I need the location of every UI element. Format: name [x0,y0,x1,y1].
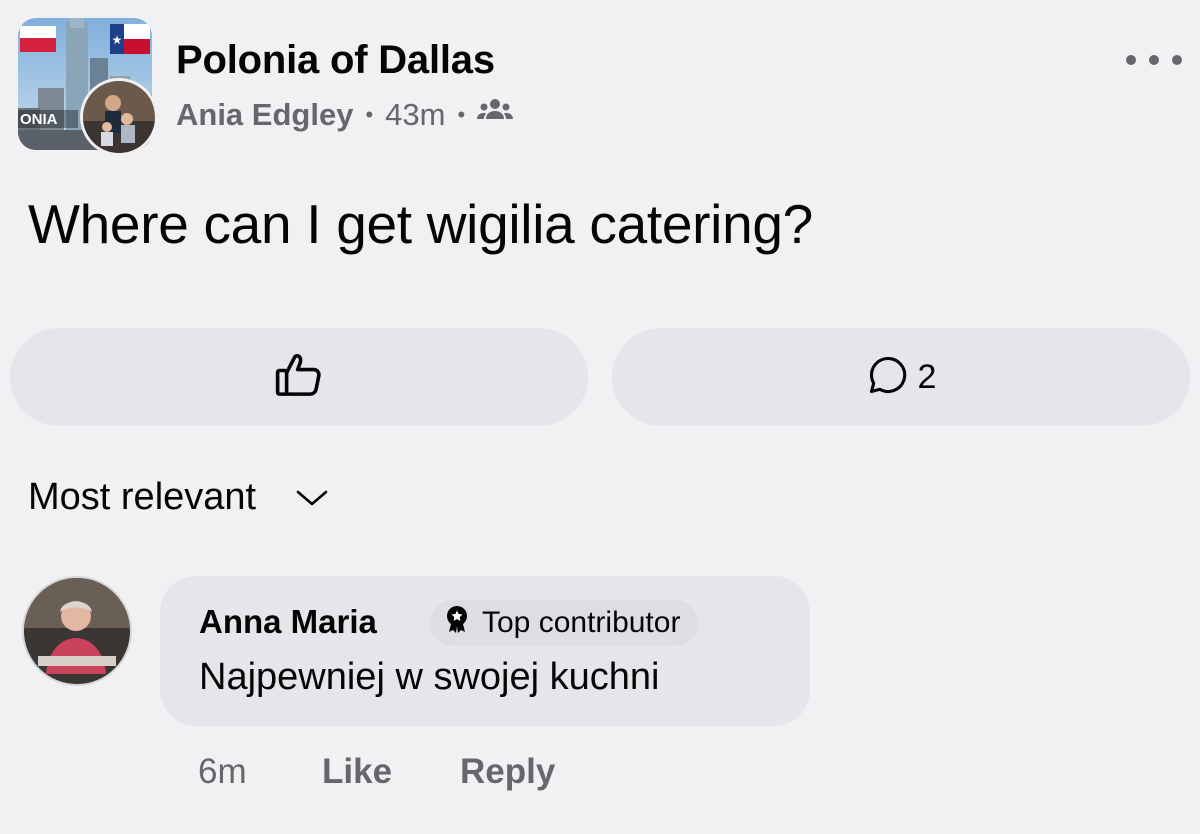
comment-time[interactable]: 6m [198,752,247,792]
comment-bubble [160,576,810,726]
more-dot-icon [1126,55,1136,65]
members-icon [477,97,514,133]
group-name[interactable]: Polonia of Dallas [176,38,495,83]
post-text: Where can I get wigilia catering? [28,193,813,255]
badge-icon [444,605,482,641]
thumbs-up-icon [272,348,326,407]
more-dot-icon [1149,55,1159,65]
comment-bubble-icon [866,353,910,402]
more-dot-icon [1172,55,1182,65]
comment-count: 2 [917,357,937,396]
comment-sort-dropdown[interactable]: Most relevant [28,472,330,522]
post-time[interactable]: 43m [385,97,445,133]
commenter-avatar[interactable] [22,576,132,686]
svg-text:★: ★ [112,33,123,47]
top-contributor-badge[interactable]: Top contributor [430,600,699,646]
meta-separator: • [365,102,374,127]
author-avatar[interactable] [80,78,158,156]
meta-separator-2: • [457,102,466,127]
post-meta: Ania Edgley • 43m • [176,94,514,136]
sort-label: Most relevant [28,475,257,518]
more-options-button[interactable] [1126,46,1182,74]
comment-text: Najpewniej w swojej kuchni [199,656,660,698]
comment-reply-button[interactable]: Reply [460,752,555,792]
author-name[interactable]: Ania Edgley [176,97,353,133]
comment-like-button[interactable]: Like [322,752,392,792]
badge-label: Top contributor [482,606,681,639]
like-button[interactable] [10,328,588,426]
chevron-down-icon [256,476,330,519]
group-avatar-label: ONIA [20,111,58,128]
comment-button[interactable]: 2 [612,328,1190,426]
commenter-name[interactable]: Anna Maria [199,603,377,641]
